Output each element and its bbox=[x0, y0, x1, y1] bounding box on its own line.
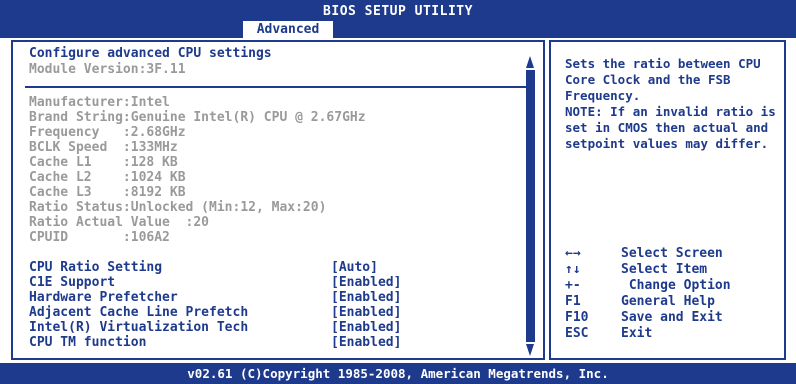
setting-label-hw-prefetcher[interactable]: Hardware Prefetcher bbox=[29, 290, 178, 305]
info-ratio-actual: Ratio Actual Value :20 bbox=[29, 215, 210, 230]
legend-key: F10 bbox=[565, 310, 589, 325]
setting-value-c1e[interactable]: [Enabled] bbox=[331, 275, 401, 290]
legend-key: ESC bbox=[565, 326, 589, 341]
bios-screen: BIOS SETUP UTILITY Advanced Configure ad… bbox=[0, 0, 796, 384]
setting-value-hw-prefetcher[interactable]: [Enabled] bbox=[331, 290, 401, 305]
tab-advanced[interactable]: Advanced bbox=[243, 21, 333, 38]
legend-select-screen: ←→ Select Screen bbox=[565, 246, 723, 262]
divider bbox=[25, 86, 535, 88]
legend-change-option: +- Change Option bbox=[565, 278, 731, 294]
legend-action: Save and Exit bbox=[621, 310, 723, 325]
section-heading: Configure advanced CPU settings bbox=[29, 46, 272, 61]
legend-exit: ESC Exit bbox=[565, 326, 652, 342]
setting-value-cpu-ratio[interactable]: [Auto] bbox=[331, 260, 378, 275]
scroll-down-arrow-icon[interactable] bbox=[526, 344, 534, 356]
legend-general-help: F1 General Help bbox=[565, 294, 715, 310]
setting-value-cpu-tm[interactable]: [Enabled] bbox=[331, 335, 401, 350]
legend-key: +- bbox=[565, 278, 581, 293]
legend-select-item: ↑↓ Select Item bbox=[565, 262, 707, 278]
info-ratio-status: Ratio Status:Unlocked (Min:12, Max:20) bbox=[29, 200, 327, 215]
settings-panel: Configure advanced CPU settings Module V… bbox=[11, 40, 545, 360]
setting-label-virtualization[interactable]: Intel(R) Virtualization Tech bbox=[29, 320, 248, 335]
scrollbar-thumb[interactable] bbox=[526, 70, 535, 342]
legend-action: General Help bbox=[621, 294, 715, 309]
scrollbar[interactable] bbox=[526, 56, 535, 356]
setting-label-adjacent-cache[interactable]: Adjacent Cache Line Prefetch bbox=[29, 305, 248, 320]
setting-label-cpu-tm[interactable]: CPU TM function bbox=[29, 335, 146, 350]
info-brand-string: Brand String:Genuine Intel(R) CPU @ 2.67… bbox=[29, 110, 366, 125]
info-cache-l1: Cache L1 :128 KB bbox=[29, 155, 178, 170]
title-bar: BIOS SETUP UTILITY Advanced bbox=[0, 0, 796, 38]
scroll-up-arrow-icon[interactable] bbox=[526, 56, 534, 68]
info-cache-l2: Cache L2 :1024 KB bbox=[29, 170, 186, 185]
info-cpuid: CPUID :106A2 bbox=[29, 230, 170, 245]
legend-action: Select Screen bbox=[621, 246, 723, 261]
legend-action: Select Item bbox=[621, 262, 708, 277]
help-panel: Sets the ratio between CPU Core Clock an… bbox=[549, 40, 786, 360]
info-bclk-speed: BCLK Speed :133MHz bbox=[29, 140, 178, 155]
info-manufacturer: Manufacturer:Intel bbox=[29, 95, 170, 110]
help-text: Sets the ratio between CPU Core Clock an… bbox=[565, 56, 776, 151]
info-cache-l3: Cache L3 :8192 KB bbox=[29, 185, 186, 200]
setting-value-adjacent-cache[interactable]: [Enabled] bbox=[331, 305, 401, 320]
up-down-arrows-icon: ↑↓ bbox=[565, 262, 581, 277]
left-right-arrows-icon: ←→ bbox=[565, 246, 581, 261]
bios-title: BIOS SETUP UTILITY bbox=[323, 4, 473, 19]
setting-label-c1e[interactable]: C1E Support bbox=[29, 275, 115, 290]
legend-action: Change Option bbox=[621, 278, 731, 293]
legend-action: Exit bbox=[621, 326, 653, 341]
footer-bar: v02.61 (C)Copyright 1985-2008, American … bbox=[0, 363, 796, 384]
legend-save-exit: F10 Save and Exit bbox=[565, 310, 723, 326]
setting-value-virtualization[interactable]: [Enabled] bbox=[331, 320, 401, 335]
module-version: Module Version:3F.11 bbox=[29, 62, 186, 77]
setting-label-cpu-ratio[interactable]: CPU Ratio Setting bbox=[29, 260, 162, 275]
copyright-text: v02.61 (C)Copyright 1985-2008, American … bbox=[187, 366, 609, 381]
legend-key: F1 bbox=[565, 294, 581, 309]
info-frequency: Frequency :2.68GHz bbox=[29, 125, 186, 140]
